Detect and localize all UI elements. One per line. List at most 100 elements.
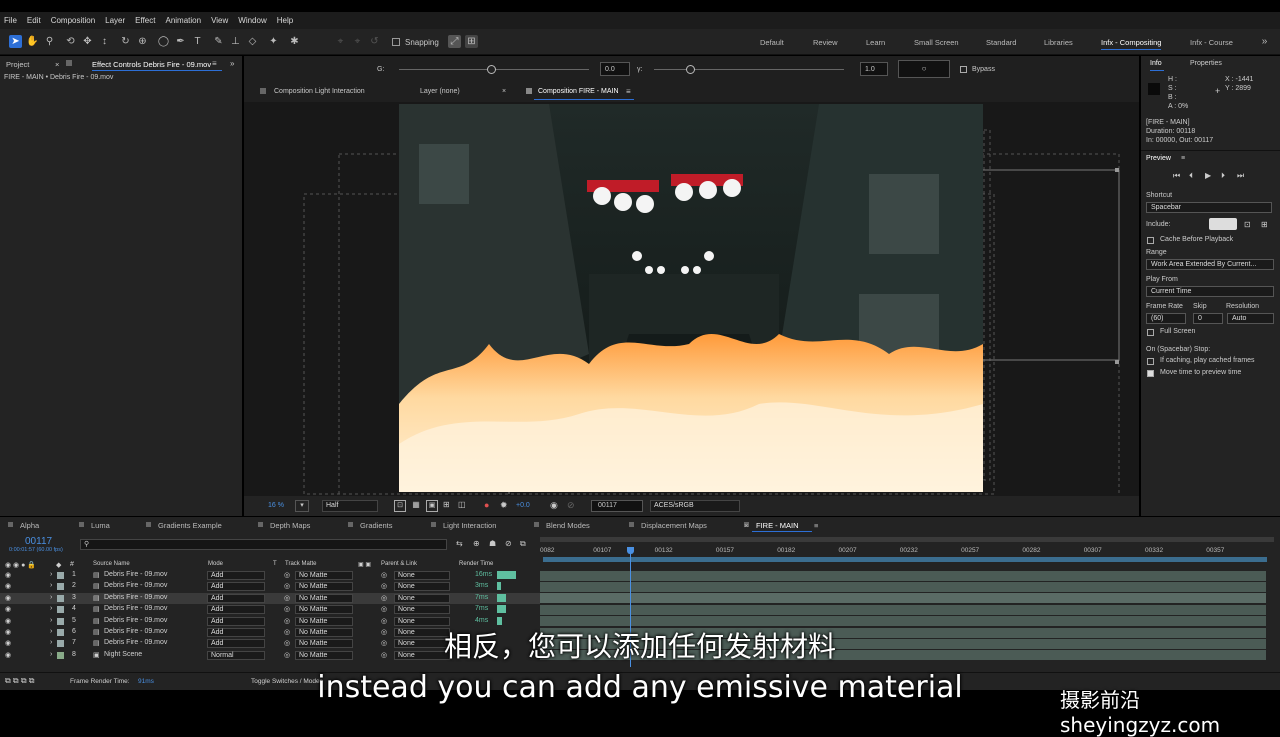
tab-info[interactable]: Info [1150,60,1162,67]
menu-item-composition[interactable]: Composition [51,16,95,25]
layer-source-name[interactable]: Debris Fire - 09.mov [104,571,167,578]
g-value-field[interactable]: 0.0 [600,62,630,76]
cache-before-playback-checkbox[interactable] [1147,237,1154,244]
transparency-grid-icon[interactable]: ▦ [410,500,422,512]
mask-visibility-icon[interactable]: ▣ [426,500,438,512]
track-matte-pickwhip-icon[interactable]: ◎ [284,571,290,579]
layer-source-name[interactable]: Debris Fire - 09.mov [104,605,167,612]
parent-dropdown[interactable]: None [394,593,450,603]
tab-composition-light-interaction[interactable]: Composition Light Interaction [274,88,365,95]
move-time-checkbox[interactable] [1147,370,1154,377]
region-of-interest-icon[interactable]: ⊡ [394,500,406,512]
layer-source-name[interactable]: Debris Fire - 09.mov [104,582,167,589]
tab-composition-fire-main[interactable]: Composition FIRE - MAIN [538,88,619,95]
label-color-swatch[interactable] [57,594,64,602]
playhead-handle[interactable] [627,547,634,554]
lock-icon[interactable] [526,88,532,94]
twirl-chevron-icon[interactable]: › [50,605,52,612]
label-color-swatch[interactable] [57,572,64,579]
resolution-dropdown[interactable]: Auto [1227,313,1274,324]
tab-layer-none[interactable]: Layer (none) [420,88,460,95]
layer-source-name[interactable]: Debris Fire - 09.mov [104,594,167,601]
track-matte-pickwhip-icon[interactable]: ◎ [284,605,290,613]
parent-pickwhip-icon[interactable]: ◎ [381,617,387,625]
color-swatch-field[interactable]: ○ [898,60,950,78]
menu-item-layer[interactable]: Layer [105,16,125,25]
skip-dropdown[interactable]: 0 [1193,313,1223,324]
shortcut-dropdown[interactable]: Spacebar [1146,202,1272,213]
label-color-swatch[interactable] [57,617,64,625]
play-from-dropdown[interactable]: Current Time [1146,286,1274,297]
zoom-dropdown-icon[interactable]: ▾ [295,500,309,512]
range-dropdown[interactable]: Work Area Extended By Current... [1146,259,1274,270]
twirl-chevron-icon[interactable]: › [50,617,52,624]
blend-mode-dropdown[interactable]: Add [207,605,265,615]
visibility-eye-icon[interactable]: ◉ [5,582,11,590]
track-matte-dropdown[interactable]: No Matte [295,605,353,615]
track-matte-pickwhip-icon[interactable]: ◎ [284,617,290,625]
exposure-value[interactable]: +0.0 [516,502,530,509]
workspace-libraries[interactable]: Libraries [1044,38,1073,47]
workspace-small-screen[interactable]: Small Screen [914,38,959,47]
include-overlays-icon[interactable]: ⊡ [1244,220,1251,229]
gamma-slider-handle[interactable] [686,65,695,74]
workspace-infx-course[interactable]: Infx - Course [1190,38,1233,47]
prev-frame-icon[interactable]: ⏴ [1189,171,1193,181]
layer-row[interactable]: ◉ 3 › ▤ Debris Fire - 09.mov Add ◎ No Matte ◎ Non… [0,592,540,604]
gamma-value-field[interactable]: 1.0 [860,62,888,76]
include-layer-controls-icon[interactable]: ⊞ [1261,220,1268,229]
parent-dropdown[interactable]: None [394,571,450,580]
play-icon[interactable]: ▶ [1205,171,1211,180]
layer-row[interactable]: ◉ 1 › ▤ Debris Fire - 09.mov Add ◎ No Matte ◎ Non… [0,570,540,581]
visibility-eye-icon[interactable]: ◉ [5,594,11,602]
snapshot-icon[interactable]: ◉ [550,500,558,511]
twirl-chevron-icon[interactable]: › [50,582,52,589]
parent-pickwhip-icon[interactable]: ◎ [381,605,387,613]
menu-item-edit[interactable]: Edit [27,16,41,25]
menu-item-effect[interactable]: Effect [135,16,155,25]
gamma-slider-track[interactable] [654,69,844,70]
next-frame-icon[interactable]: ⏵ [1221,171,1225,181]
panel-expand-icon[interactable]: » [230,59,234,68]
panel-menu-icon[interactable]: ≡ [626,87,631,96]
parent-pickwhip-icon[interactable]: ◎ [381,594,387,602]
label-color-swatch[interactable] [57,606,64,614]
workspace-review[interactable]: Review [813,38,838,47]
track-matte-pickwhip-icon[interactable]: ◎ [284,594,290,602]
layer-duration-bar[interactable] [540,604,1266,615]
blend-mode-dropdown[interactable]: Add [207,582,265,592]
layer-duration-bar[interactable] [540,581,1266,592]
blend-mode-dropdown[interactable]: Add [207,571,265,580]
close-icon[interactable]: × [55,60,59,69]
tab-project[interactable]: Project [6,60,29,69]
parent-dropdown[interactable]: None [394,582,450,592]
workspace-overflow-icon[interactable]: » [1258,35,1271,48]
close-icon[interactable]: × [502,88,506,95]
twirl-chevron-icon[interactable]: › [50,594,52,601]
if-caching-checkbox[interactable] [1147,358,1154,365]
label-color-swatch[interactable] [57,583,64,591]
workspace-standard[interactable]: Standard [986,38,1016,47]
tab-effect-controls[interactable]: Effect Controls Debris Fire - 09.mov [92,60,211,69]
lock-icon[interactable] [66,60,72,66]
full-screen-checkbox[interactable] [1147,329,1154,336]
visibility-eye-icon[interactable]: ◉ [5,617,11,625]
visibility-eye-icon[interactable]: ◉ [5,571,11,579]
frame-rate-dropdown[interactable]: (60) [1146,313,1186,324]
exposure-reset-icon[interactable]: ✹ [500,500,508,511]
blend-mode-dropdown[interactable]: Add [207,593,265,603]
include-video-audio-toggle[interactable] [1209,218,1237,230]
color-space-dropdown[interactable]: ACES/sRGB [650,500,740,512]
menu-item-help[interactable]: Help [277,16,293,25]
visibility-eye-icon[interactable]: ◉ [5,605,11,613]
parent-pickwhip-icon[interactable]: ◎ [381,582,387,590]
panel-menu-icon[interactable]: ≡ [212,59,217,68]
lock-icon[interactable] [260,88,266,94]
g-slider-handle[interactable] [487,65,496,74]
bypass-checkbox[interactable] [960,66,967,73]
track-matte-dropdown[interactable]: No Matte [295,571,353,580]
track-matte-dropdown[interactable]: No Matte [295,582,353,592]
parent-pickwhip-icon[interactable]: ◎ [381,571,387,579]
menu-item-view[interactable]: View [211,16,228,25]
resolution-dropdown[interactable]: Half [322,500,378,512]
